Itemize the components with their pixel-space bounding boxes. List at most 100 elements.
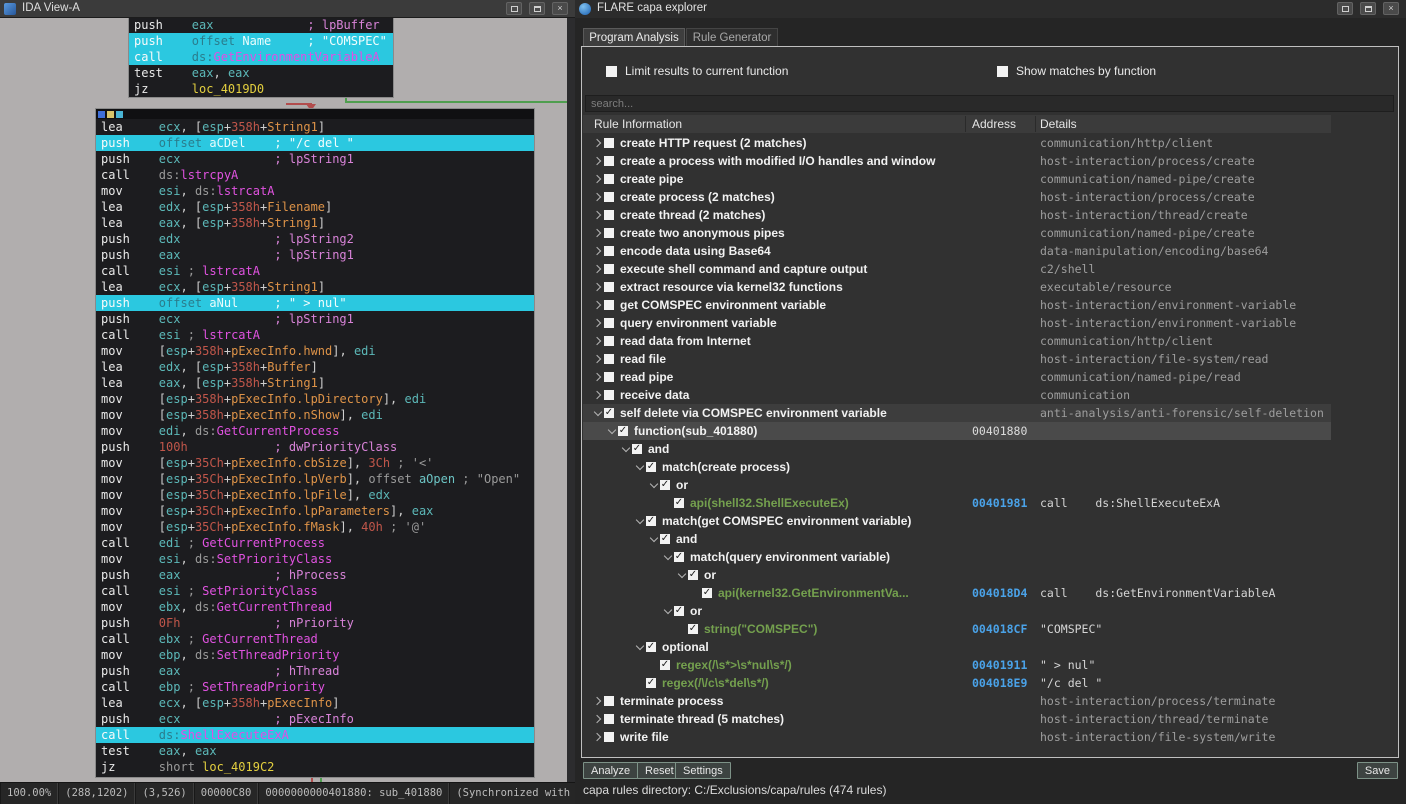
rule-checkbox[interactable]	[604, 210, 614, 220]
expand-chevron-icon[interactable]	[591, 392, 604, 398]
asm-line[interactable]: jz short loc_4019C2	[96, 759, 534, 775]
rule-checkbox-checked[interactable]	[660, 533, 670, 544]
tab-program-analysis[interactable]: Program Analysis	[583, 28, 685, 46]
asm-line[interactable]: push 0Fh ; nPriority	[96, 615, 534, 631]
rule-tree-row[interactable]: read data from Internet communication/htt…	[583, 332, 1331, 350]
expand-chevron-icon[interactable]	[591, 716, 604, 722]
rule-tree-row[interactable]: create HTTP request (2 matches) communica…	[583, 134, 1331, 152]
collapse-chevron-icon[interactable]	[633, 643, 646, 651]
asm-line-highlighted[interactable]: push offset aCDel ; "/c del "	[96, 135, 534, 151]
float-button[interactable]	[1360, 2, 1376, 15]
rule-checkbox[interactable]	[604, 732, 614, 742]
asm-line[interactable]: mov [esp+35Ch+pExecInfo.lpParameters], e…	[96, 503, 534, 519]
asm-line[interactable]: test eax, eax	[129, 65, 393, 81]
asm-line[interactable]: mov [esp+35Ch+pExecInfo.lpVerb], offset …	[96, 471, 534, 487]
rule-checkbox[interactable]	[604, 264, 614, 274]
rule-tree-row[interactable]: and	[583, 530, 1331, 548]
expand-chevron-icon[interactable]	[591, 734, 604, 740]
column-address[interactable]: Address	[972, 115, 1016, 133]
asm-line[interactable]: push eax ; hProcess	[96, 567, 534, 583]
asm-line[interactable]: push ecx ; pExecInfo	[96, 711, 534, 727]
rule-tree-row[interactable]: regex(/\s*>\s*nul\s*/) 00401911 " > nul"	[583, 656, 1331, 674]
rule-tree-row[interactable]: create process (2 matches) host-interacti…	[583, 188, 1331, 206]
collapse-chevron-icon[interactable]	[647, 535, 660, 543]
rule-tree-row[interactable]: regex(/\/c\s*del\s*/) 004018E9 "/c del "	[583, 674, 1331, 692]
graph-canvas[interactable]: push eax ; lpBuffer push offset Name ; "C…	[0, 18, 575, 782]
rule-checkbox[interactable]	[604, 300, 614, 310]
asm-line[interactable]: mov [esp+35Ch+pExecInfo.cbSize], 3Ch ; '…	[96, 455, 534, 471]
collapse-chevron-icon[interactable]	[605, 427, 618, 435]
rule-checkbox-checked[interactable]	[604, 407, 614, 418]
rule-checkbox-checked[interactable]	[688, 569, 698, 580]
rule-checkbox-checked[interactable]	[646, 461, 656, 472]
column-details[interactable]: Details	[1040, 115, 1077, 133]
expand-chevron-icon[interactable]	[591, 698, 604, 704]
asm-line-highlighted[interactable]: push offset aNul ; " > nul"	[96, 295, 534, 311]
asm-line[interactable]: call esi ; SetPriorityClass	[96, 583, 534, 599]
asm-line[interactable]: mov esi, ds:SetPriorityClass	[96, 551, 534, 567]
asm-line[interactable]: push eax ; lpString1	[96, 247, 534, 263]
rule-tree-row[interactable]: string("COMSPEC") 004018CF "COMSPEC"	[583, 620, 1331, 638]
capa-titlebar[interactable]: FLARE capa explorer ×	[575, 0, 1406, 18]
rule-tree-row[interactable]: self delete via COMSPEC environment vari…	[583, 404, 1331, 422]
asm-line[interactable]: lea ecx, [esp+358h+String1]	[96, 119, 534, 135]
expand-chevron-icon[interactable]	[591, 212, 604, 218]
rule-tree-row[interactable]: execute shell command and capture output…	[583, 260, 1331, 278]
rule-tree-row[interactable]: read pipe communication/named-pipe/read	[583, 368, 1331, 386]
rule-checkbox-checked[interactable]	[674, 551, 684, 562]
rule-checkbox-checked[interactable]	[646, 641, 656, 652]
rule-checkbox-checked[interactable]	[688, 623, 698, 634]
rule-checkbox[interactable]	[604, 390, 614, 400]
asm-line[interactable]: push ecx ; lpString1	[96, 151, 534, 167]
restore-button[interactable]	[506, 2, 522, 15]
rule-checkbox[interactable]	[604, 318, 614, 328]
expand-chevron-icon[interactable]	[591, 302, 604, 308]
rule-tree-row[interactable]: receive data communication	[583, 386, 1331, 404]
asm-line[interactable]: call esi ; lstrcatA	[96, 263, 534, 279]
float-button[interactable]	[529, 2, 545, 15]
asm-line[interactable]: call ds:lstrcpyA	[96, 167, 534, 183]
asm-line[interactable]: mov esi, ds:lstrcatA	[96, 183, 534, 199]
asm-line[interactable]: mov ebp, ds:SetThreadPriority	[96, 647, 534, 663]
rule-tree-row[interactable]: terminate thread (5 matches) host-interac…	[583, 710, 1331, 728]
rule-tree-row[interactable]: or	[583, 566, 1331, 584]
rule-tree-row[interactable]: function(sub_401880) 00401880	[583, 422, 1331, 440]
asm-line[interactable]: push ecx ; lpString1	[96, 311, 534, 327]
rule-checkbox[interactable]	[604, 336, 614, 346]
rule-checkbox[interactable]	[604, 696, 614, 706]
expand-chevron-icon[interactable]	[591, 320, 604, 326]
collapse-chevron-icon[interactable]	[633, 517, 646, 525]
asm-line[interactable]: push eax ; lpBuffer	[129, 18, 393, 33]
ida-titlebar[interactable]: IDA View-A ×	[0, 0, 575, 18]
collapse-chevron-icon[interactable]	[591, 409, 604, 417]
rule-tree-row[interactable]: match(create process)	[583, 458, 1331, 476]
collapse-chevron-icon[interactable]	[661, 553, 674, 561]
asm-line[interactable]: mov ebx, ds:GetCurrentThread	[96, 599, 534, 615]
rule-checkbox-checked[interactable]	[660, 659, 670, 670]
rule-checkbox-checked[interactable]	[674, 605, 684, 616]
asm-line[interactable]: mov [esp+358h+pExecInfo.nShow], edi	[96, 407, 534, 423]
collapse-chevron-icon[interactable]	[619, 445, 632, 453]
rule-checkbox[interactable]	[604, 192, 614, 202]
collapse-chevron-icon[interactable]	[647, 481, 660, 489]
rule-tree-row[interactable]: read file host-interaction/file-system/re…	[583, 350, 1331, 368]
asm-line[interactable]: mov [esp+358h+pExecInfo.hwnd], edi	[96, 343, 534, 359]
asm-line[interactable]: push edx ; lpString2	[96, 231, 534, 247]
rule-checkbox-checked[interactable]	[632, 443, 642, 454]
expand-chevron-icon[interactable]	[591, 374, 604, 380]
asm-line[interactable]: push 100h ; dwPriorityClass	[96, 439, 534, 455]
rule-checkbox-checked[interactable]	[674, 497, 684, 508]
asm-line[interactable]: lea edx, [esp+358h+Buffer]	[96, 359, 534, 375]
rule-tree-row[interactable]: api(kernel32.GetEnvironmentVa... 004018D4…	[583, 584, 1331, 602]
rule-tree-row[interactable]: match(query environment variable)	[583, 548, 1331, 566]
expand-chevron-icon[interactable]	[591, 338, 604, 344]
expand-chevron-icon[interactable]	[591, 356, 604, 362]
asm-line[interactable]: mov [esp+35Ch+pExecInfo.lpFile], edx	[96, 487, 534, 503]
rule-checkbox[interactable]	[604, 228, 614, 238]
collapse-chevron-icon[interactable]	[633, 463, 646, 471]
restore-button[interactable]	[1337, 2, 1353, 15]
asm-line[interactable]: mov [esp+358h+pExecInfo.lpDirectory], ed…	[96, 391, 534, 407]
asm-line[interactable]: call esi ; lstrcatA	[96, 327, 534, 343]
expand-chevron-icon[interactable]	[591, 140, 604, 146]
asm-line-highlighted[interactable]: call ds:ShellExecuteExA	[96, 727, 534, 743]
